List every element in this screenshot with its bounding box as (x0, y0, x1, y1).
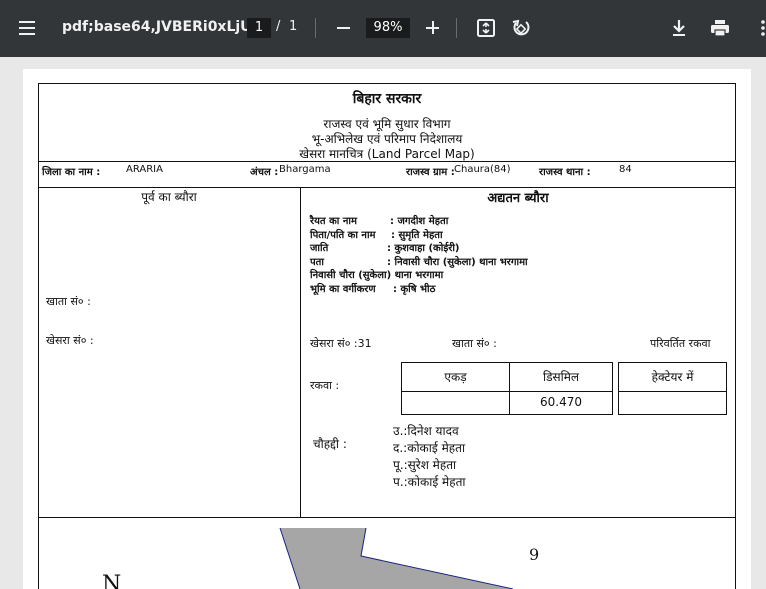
raiyat-label: रैयत का नाम (310, 216, 357, 227)
raiyat-value: : जगदीश मेहता (390, 216, 449, 227)
parcel-plot (280, 528, 513, 589)
toolbar-divider (456, 18, 457, 38)
thana-value: 84 (619, 164, 632, 175)
boundary-south: द.:कोकाई मेहता (393, 441, 466, 455)
previous-khesra-label: खेसरा सं० : (46, 334, 94, 347)
anchal-label: अंचल : (250, 167, 279, 178)
boundary-north: उ.:दिनेश यादव (393, 424, 459, 438)
father-value: : सुमृति मेहता (391, 230, 443, 241)
previous-heading: पूर्व का ब्यौरा (141, 190, 197, 204)
toolbar-divider (315, 18, 316, 38)
land-parcel-form: बिहार सरकार राजस्व एवं भूमि सुधार विभाग … (38, 83, 736, 589)
anchal-value: Bhargama (279, 164, 331, 175)
changed-area-label: परिवर्तित रकवा (650, 337, 711, 350)
current-khata-label: खाता सं० : (452, 337, 497, 350)
father-label: पिता/पति का नाम (310, 230, 376, 241)
area-value-decimal: 60.470 (509, 391, 613, 415)
area-header-hectare: हेक्टेयर में (618, 362, 727, 392)
thana-label: राजस्व थाना : (539, 167, 591, 178)
zoom-level-input[interactable]: 98% (366, 18, 410, 38)
area-label: रकवा : (310, 379, 340, 392)
district-value: ARARIA (126, 164, 163, 175)
document-title: pdf;base64,JVBERi0xLjU... (62, 19, 268, 35)
page-number-input[interactable]: 1 (247, 18, 271, 38)
map-title: खेसरा मानचित्र (Land Parcel Map) (299, 147, 475, 161)
rotate-icon[interactable] (510, 17, 532, 39)
download-icon[interactable] (668, 17, 690, 39)
area-value-acre (401, 391, 510, 415)
current-heading: अद्यतन ब्यौरा (487, 191, 549, 206)
area-header-decimal: डिसमिल (509, 362, 613, 392)
area-header-acre: एकड़ (401, 362, 510, 392)
pdf-viewer-toolbar: pdf;base64,JVBERi0xLjU... 1 / 1 98% (0, 0, 766, 57)
previous-khata-label: खाता सं० : (46, 295, 91, 308)
current-khesra-label: खेसरा सं० :31 (310, 337, 372, 350)
caste-value: : कुशवाहा (कोईरी) (387, 243, 460, 254)
district-label: जिला का नाम : (42, 167, 101, 178)
page-separator: / (276, 19, 281, 34)
zoom-in-icon[interactable] (425, 17, 441, 39)
area-value-hectare (618, 391, 727, 415)
government-title: बिहार सरकार (352, 91, 422, 107)
zoom-out-icon[interactable] (336, 17, 352, 39)
print-icon[interactable] (709, 17, 731, 39)
address-line2: निवासी चौरा (सुकेला) थाना भरगामा (310, 270, 444, 281)
boundary-label: चौहद्दी : (313, 437, 347, 451)
land-class-label: भूमि का वर्गीकरण (310, 284, 376, 295)
fit-page-icon[interactable] (475, 17, 497, 39)
north-arrow-label: N (102, 572, 122, 589)
boundary-west: प.:कोकाई मेहता (393, 475, 466, 489)
address-value: : निवासी चौरा (सुकेला) थाना भरगामा (387, 257, 528, 268)
menu-icon[interactable] (14, 17, 40, 39)
caste-label: जाति (310, 243, 329, 254)
more-icon[interactable] (750, 17, 766, 39)
village-label: राजस्व ग्राम : (406, 167, 455, 178)
plot-number: 9 (529, 545, 540, 564)
address-label: पता (310, 257, 324, 268)
land-class-value: : कृषि भीठ (393, 284, 436, 295)
page-total: 1 (289, 19, 298, 34)
boundary-east: पू.:सुरेश मेहता (393, 458, 457, 472)
parcel-map (279, 527, 514, 589)
village-value: Chaura(84) (454, 164, 511, 175)
